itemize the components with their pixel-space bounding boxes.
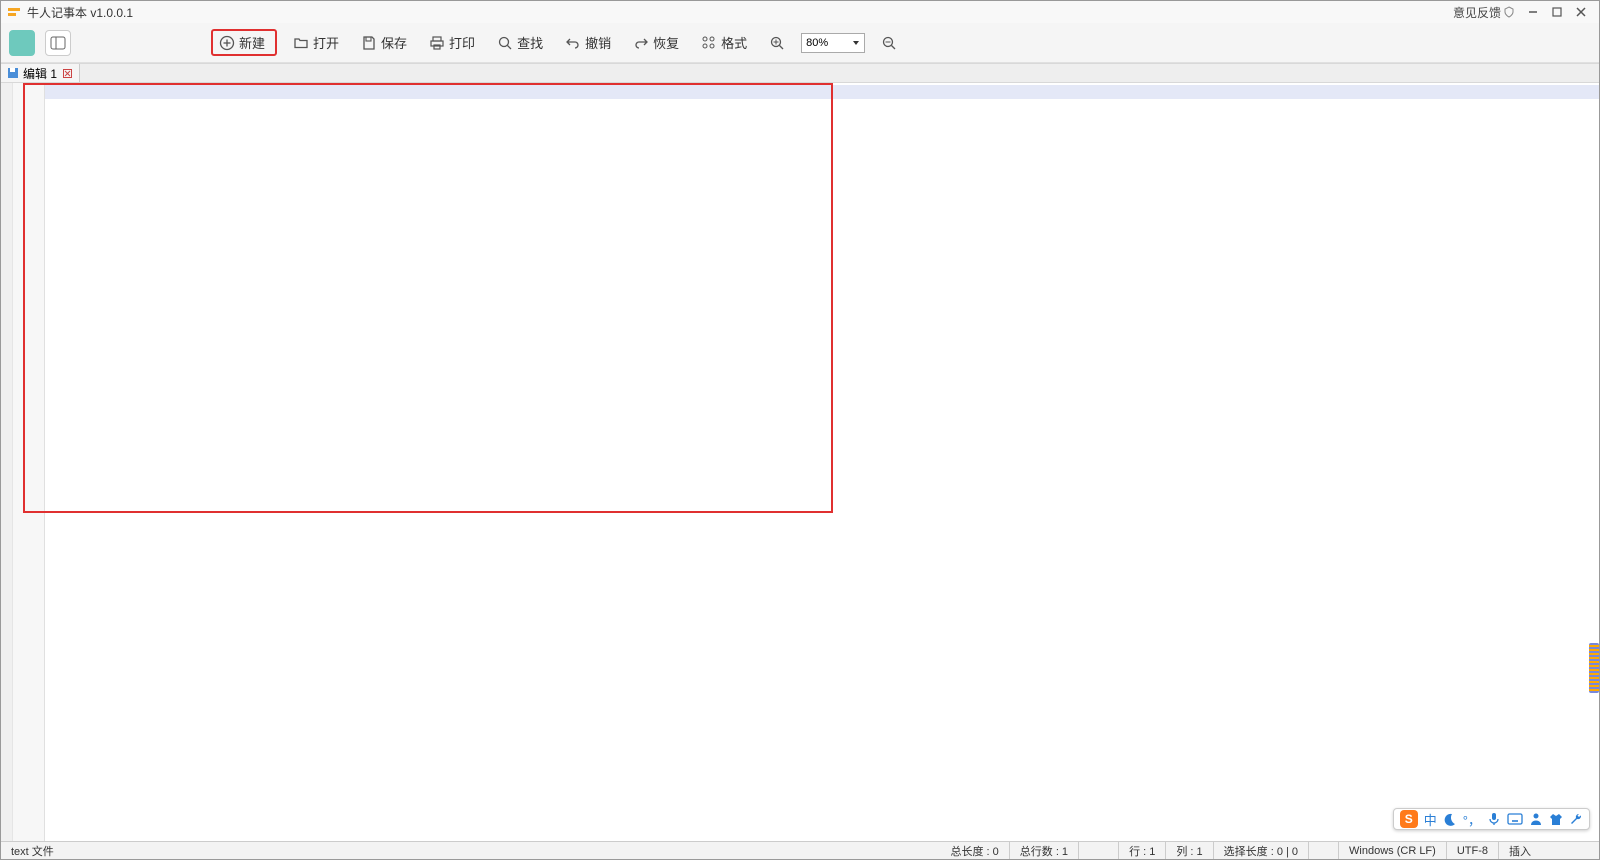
- open-button[interactable]: 打开: [287, 29, 345, 56]
- minimize-button[interactable]: [1521, 3, 1545, 21]
- ime-toolbar[interactable]: S 中 °，: [1393, 808, 1590, 830]
- app-icon: [7, 5, 21, 19]
- document-tab-label: 编辑 1: [23, 65, 57, 82]
- status-file-type: text 文件: [1, 842, 64, 859]
- sidebar-toggle-button[interactable]: [9, 30, 35, 56]
- ime-punct-toggle[interactable]: °，: [1463, 810, 1481, 829]
- status-eol[interactable]: Windows (CR LF): [1339, 842, 1447, 859]
- split-view-button[interactable]: [45, 30, 71, 56]
- status-total-lines: 总行数 : 1: [1010, 842, 1079, 859]
- undo-label: 撤销: [585, 33, 611, 52]
- status-column: 列 : 1: [1166, 842, 1213, 859]
- annotation-box: [23, 83, 833, 513]
- chevron-down-icon: [852, 39, 860, 47]
- zoom-in-icon: [769, 35, 785, 51]
- close-button[interactable]: [1569, 3, 1593, 21]
- redo-icon: [633, 35, 649, 51]
- undo-button[interactable]: 撤销: [559, 29, 617, 56]
- disk-icon: [7, 67, 19, 79]
- keyboard-icon[interactable]: [1507, 813, 1523, 825]
- line-number-gutter: [13, 83, 45, 841]
- status-bar: text 文件 总长度 : 0 总行数 : 1 行 : 1 列 : 1 选择长度…: [1, 841, 1599, 859]
- toolbar: 新建 打开 保存 打印 查找 撤销: [1, 23, 1599, 63]
- status-insert-mode[interactable]: 插入: [1499, 842, 1599, 859]
- status-selection: 选择长度 : 0 | 0: [1214, 842, 1309, 859]
- moon-icon[interactable]: [1443, 812, 1457, 826]
- maximize-button[interactable]: [1545, 3, 1569, 21]
- skin-icon[interactable]: [1549, 812, 1563, 826]
- current-line-highlight: [45, 85, 1599, 99]
- document-tabstrip: 编辑 1: [1, 63, 1599, 83]
- open-label: 打开: [313, 33, 339, 52]
- search-icon: [497, 35, 513, 51]
- title-bar: 牛人记事本 v1.0.0.1 意见反馈: [1, 1, 1599, 23]
- feedback-link[interactable]: 意见反馈: [1453, 4, 1515, 21]
- save-label: 保存: [381, 33, 407, 52]
- format-label: 格式: [721, 33, 747, 52]
- print-icon: [429, 35, 445, 51]
- print-button[interactable]: 打印: [423, 29, 481, 56]
- save-icon: [361, 35, 377, 51]
- print-label: 打印: [449, 33, 475, 52]
- redo-button[interactable]: 恢复: [627, 29, 685, 56]
- wrench-icon[interactable]: [1569, 812, 1583, 826]
- zoom-out-button[interactable]: [875, 31, 903, 55]
- app-title: 牛人记事本 v1.0.0.1: [27, 4, 133, 21]
- person-icon[interactable]: [1529, 812, 1543, 826]
- ime-lang-toggle[interactable]: 中: [1424, 810, 1437, 829]
- mic-icon[interactable]: [1487, 812, 1501, 826]
- shield-icon: [1503, 6, 1515, 18]
- grid-icon: [701, 35, 717, 51]
- plus-circle-icon: [219, 35, 235, 51]
- zoom-value: 80%: [806, 37, 828, 49]
- format-button[interactable]: 格式: [695, 29, 753, 56]
- fold-gutter: [1, 83, 13, 841]
- redo-label: 恢复: [653, 33, 679, 52]
- status-encoding[interactable]: UTF-8: [1447, 842, 1499, 859]
- document-tab[interactable]: 编辑 1: [1, 64, 80, 82]
- zoom-out-icon: [881, 35, 897, 51]
- zoom-in-button[interactable]: [763, 31, 791, 55]
- new-label: 新建: [239, 33, 265, 52]
- status-line: 行 : 1: [1119, 842, 1166, 859]
- find-label: 查找: [517, 33, 543, 52]
- tab-close-button[interactable]: [61, 67, 73, 79]
- scrollbar-thumb[interactable]: [1589, 643, 1599, 693]
- save-button[interactable]: 保存: [355, 29, 413, 56]
- find-button[interactable]: 查找: [491, 29, 549, 56]
- editor-area: [1, 83, 1599, 841]
- new-button[interactable]: 新建: [211, 29, 277, 56]
- ime-logo-icon: S: [1400, 810, 1418, 828]
- status-total-length: 总长度 : 0: [940, 842, 1009, 859]
- undo-icon: [565, 35, 581, 51]
- zoom-select[interactable]: 80%: [801, 33, 865, 53]
- text-editor[interactable]: [45, 83, 1599, 841]
- folder-icon: [293, 35, 309, 51]
